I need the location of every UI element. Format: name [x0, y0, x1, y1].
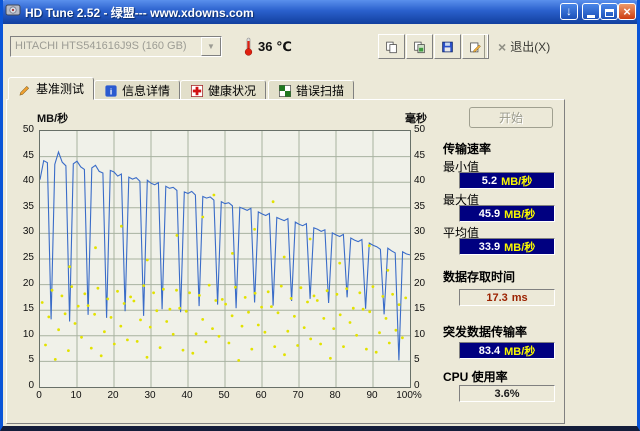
copy-icon [386, 41, 397, 53]
scan-grid-icon [279, 84, 291, 97]
x-tick: 80 [329, 390, 341, 401]
download-button[interactable]: ↓ [560, 3, 578, 20]
min-unit: MB/秒 [501, 175, 533, 188]
y-tick-left: 15 [22, 303, 34, 315]
copy-image-button[interactable] [406, 34, 433, 59]
y-tick-left: 30 [22, 226, 34, 238]
close-button[interactable]: × [618, 3, 636, 20]
x-tick: 90 [366, 390, 378, 401]
svg-text:i: i [110, 86, 112, 96]
exit-x-icon: × [498, 38, 507, 55]
pencil-icon [19, 85, 30, 95]
access-time-value-box: 17.3 ms [459, 289, 555, 306]
health-cross-icon [191, 84, 203, 97]
access-time-value: 17.3 [486, 291, 508, 304]
min-value-box: 5.2 MB/秒 [459, 172, 555, 189]
y-tick-left: 35 [22, 200, 34, 212]
cpu-usage-label: CPU 使用率 [443, 370, 508, 384]
toolbar-separator [484, 35, 488, 58]
burst-rate-value: 83.4 [478, 344, 501, 357]
y-tick-right: 5 [414, 354, 420, 366]
y-tick-right: 35 [414, 200, 426, 212]
tab-info[interactable]: i 信息详情 [94, 80, 181, 100]
y-tick-right: 30 [414, 226, 426, 238]
burst-rate-value-box: 83.4 MB/秒 [459, 342, 555, 359]
y-tick-left: 20 [22, 277, 34, 289]
access-time-label: 数据存取时间 [443, 270, 516, 284]
burst-rate-label: 突发数据传输率 [443, 325, 528, 339]
y-tick-left: 45 [22, 149, 34, 161]
window-title: HD Tune 2.52 - 绿盟--- www.xdowns.com [25, 5, 254, 20]
x-tick: 30 [144, 390, 156, 401]
minimize-button[interactable] [582, 3, 600, 20]
close-icon: × [623, 3, 631, 19]
thermometer-icon [243, 37, 254, 61]
temperature-value: 36 ℃ [258, 39, 292, 54]
transfer-rate-title: 传输速率 [443, 142, 492, 156]
y-tick-right: 40 [414, 175, 426, 187]
max-unit: MB/秒 [504, 208, 536, 221]
access-time-unit: ms [511, 291, 528, 304]
y-tick-right: 50 [414, 124, 426, 135]
y-tick-left: 5 [28, 354, 34, 366]
y-tick-left: 25 [22, 252, 34, 263]
benchmark-tab-page: MB/秒 毫秒 50 45 40 35 30 25 20 15 10 5 0 50 45 40 35 30 2… [6, 99, 565, 424]
save-icon [442, 41, 453, 52]
drive-select[interactable]: HITACHI HTS541616J9S (160 GB) ▼ [10, 36, 222, 57]
download-arrow-icon: ↓ [566, 4, 572, 18]
app-icon [5, 2, 21, 23]
x-tick: 100% [396, 390, 422, 401]
x-tick: 60 [255, 390, 267, 401]
avg-value-box: 33.9 MB/秒 [459, 238, 555, 255]
start-button[interactable]: 开始 [469, 107, 553, 128]
max-value-box: 45.9 MB/秒 [459, 205, 555, 222]
burst-rate-unit: MB/秒 [504, 345, 536, 358]
x-tick: 70 [292, 390, 304, 401]
tab-error-scan-label: 错误扫描 [296, 84, 345, 98]
drive-select-arrow-icon[interactable]: ▼ [201, 37, 221, 56]
left-axis-title: MB/秒 [37, 113, 69, 125]
benchmark-chart [39, 130, 411, 388]
pencil-page-icon [470, 42, 481, 52]
tab-health[interactable]: 健康状况 [180, 80, 267, 100]
tab-benchmark-label: 基准测试 [36, 82, 85, 96]
y-tick-left: 10 [22, 328, 34, 340]
exit-button[interactable]: × 退出(X) [492, 36, 556, 57]
drive-select-value: HITACHI HTS541616J9S (160 GB) [15, 40, 187, 52]
y-tick-left: 50 [22, 124, 34, 135]
copy-button[interactable] [378, 34, 405, 59]
y-tick-right: 15 [414, 303, 426, 315]
x-tick: 50 [218, 390, 230, 401]
info-icon: i [105, 84, 117, 97]
cpu-usage-value-box: 3.6% [459, 385, 555, 402]
tab-error-scan[interactable]: 错误扫描 [268, 80, 355, 100]
y-tick-right: 20 [414, 277, 426, 289]
avg-unit: MB/秒 [504, 241, 536, 254]
x-tick: 0 [36, 390, 42, 401]
x-tick: 40 [181, 390, 193, 401]
y-tick-left: 40 [22, 175, 34, 187]
min-value: 5.2 [481, 174, 498, 187]
tab-info-label: 信息详情 [122, 84, 171, 98]
y-tick-right: 10 [414, 328, 426, 340]
maximize-icon [604, 9, 614, 17]
avg-value: 33.9 [478, 240, 501, 253]
title-bar: HD Tune 2.52 - 绿盟--- www.xdowns.com ↓ × [0, 0, 640, 24]
y-tick-right: 45 [414, 149, 426, 161]
max-value: 45.9 [478, 207, 501, 220]
copy-image-icon [414, 41, 425, 53]
minimize-icon [587, 14, 595, 18]
y-tick-right: 25 [414, 252, 426, 263]
cpu-usage-value: 3.6% [494, 387, 520, 400]
app-window: HD Tune 2.52 - 绿盟--- www.xdowns.com ↓ × … [0, 0, 640, 431]
exit-label: 退出(X) [510, 40, 551, 54]
tab-benchmark[interactable]: 基准测试 [8, 77, 95, 100]
maximize-button[interactable] [600, 3, 618, 20]
tab-health-label: 健康状况 [208, 84, 257, 98]
save-button[interactable] [434, 34, 461, 59]
x-tick: 10 [70, 390, 82, 401]
x-tick: 20 [107, 390, 119, 401]
